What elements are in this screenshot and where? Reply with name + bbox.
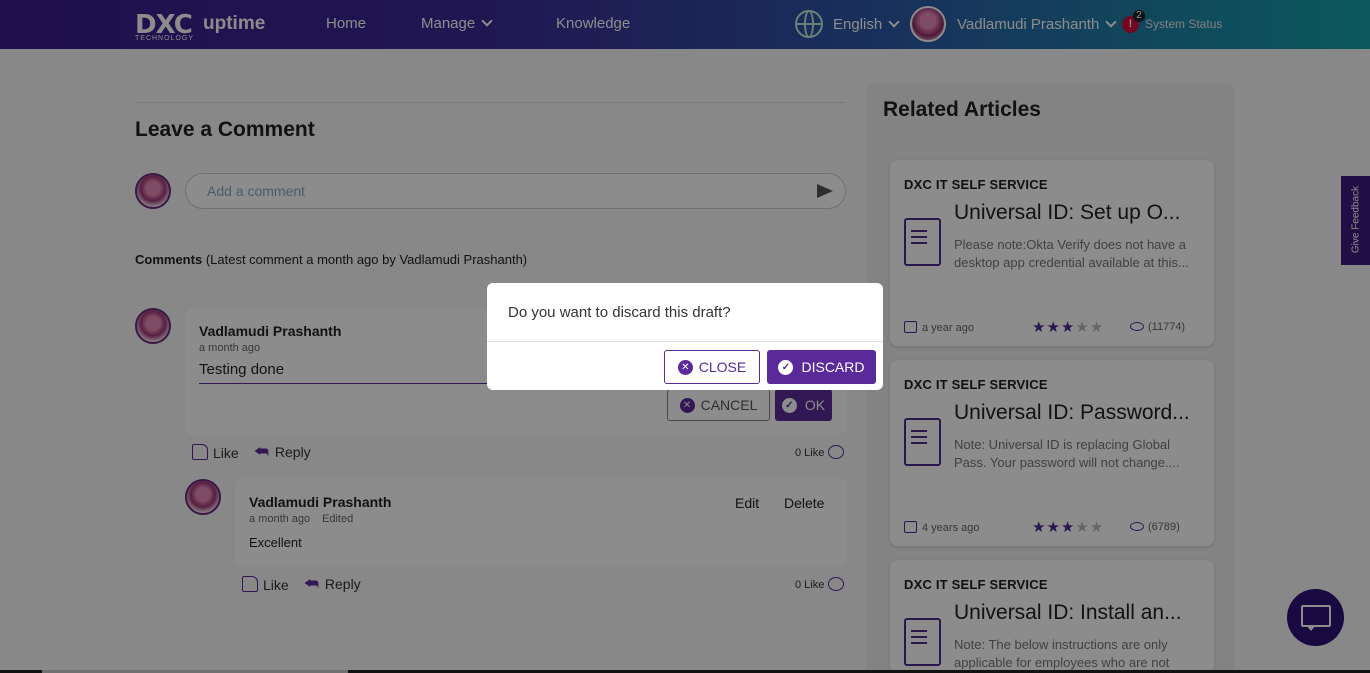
discard-label: DISCARD [801, 359, 865, 375]
dialog-divider [487, 341, 883, 342]
discard-draft-dialog: Do you want to discard this draft? ✕ CLOS… [487, 283, 883, 390]
discard-button[interactable]: ✓ DISCARD [767, 350, 876, 384]
check-circle-icon: ✓ [778, 359, 794, 375]
close-circle-icon: ✕ [677, 359, 693, 375]
close-button[interactable]: ✕ CLOSE [664, 350, 760, 384]
dialog-message: Do you want to discard this draft? [508, 304, 731, 321]
close-label: CLOSE [698, 359, 747, 375]
